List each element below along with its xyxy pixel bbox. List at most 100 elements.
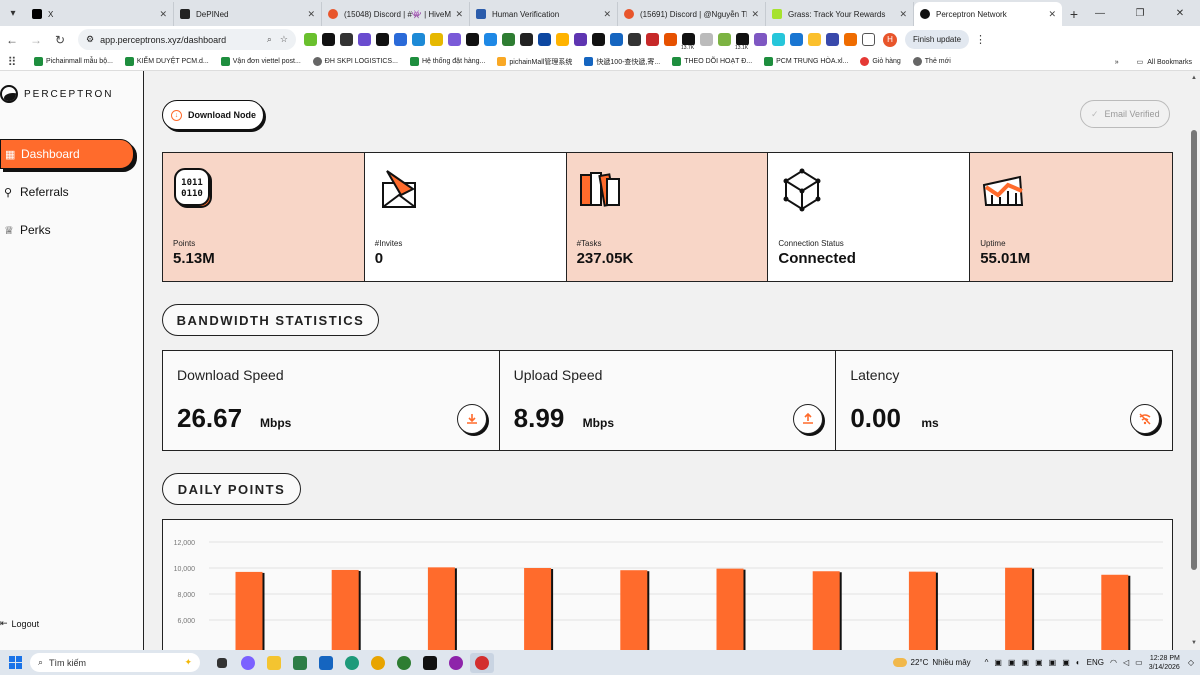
windows-start-icon[interactable] <box>0 656 30 669</box>
browser-tab[interactable]: Human Verification ✕ <box>470 2 618 26</box>
extension-icon[interactable] <box>376 33 389 46</box>
tray-app-icon[interactable]: ▣ <box>1022 658 1030 667</box>
extension-icon[interactable] <box>484 33 497 46</box>
extension-icon[interactable] <box>412 33 425 46</box>
chrome-icon[interactable] <box>366 653 390 673</box>
chart-bar[interactable] <box>1005 567 1033 650</box>
zoom-search-icon[interactable]: ⌕ <box>267 34 272 45</box>
extension-icon[interactable] <box>826 33 839 46</box>
extension-icon[interactable] <box>754 33 767 46</box>
sidebar-item-dashboard[interactable]: ▦ Dashboard <box>0 139 134 169</box>
extension-icon[interactable] <box>772 33 785 46</box>
extension-icon[interactable] <box>340 33 353 46</box>
back-icon[interactable]: ← <box>0 33 24 47</box>
extension-icon[interactable] <box>664 33 677 46</box>
capcut-icon[interactable] <box>418 653 442 673</box>
no-signal-icon[interactable] <box>1130 404 1161 434</box>
extension-icon[interactable] <box>358 33 371 46</box>
extension-icon[interactable] <box>448 33 461 46</box>
extension-icon[interactable] <box>304 33 317 46</box>
extension-icon[interactable] <box>790 33 803 46</box>
tray-app-icon[interactable]: ◐ <box>1076 658 1081 667</box>
close-tab-icon[interactable]: ✕ <box>307 9 315 20</box>
extension-icon[interactable] <box>520 33 533 46</box>
tray-app-icon[interactable]: ▣ <box>1008 658 1016 667</box>
close-tab-icon[interactable]: ✕ <box>455 9 463 20</box>
apps-grid-icon[interactable]: ⠿ <box>0 55 24 69</box>
copilot-icon[interactable] <box>236 653 260 673</box>
extension-icon[interactable] <box>700 33 713 46</box>
chart-bar[interactable] <box>908 571 936 650</box>
sidebar-item-referrals[interactable]: ⚲ Referrals <box>0 177 134 207</box>
chart-bar[interactable] <box>235 571 263 650</box>
chart-bar[interactable] <box>427 567 455 650</box>
close-tab-icon[interactable]: ✕ <box>159 9 167 20</box>
notification-bell-icon[interactable]: ◇ <box>1188 658 1194 667</box>
extension-icon[interactable]: 13.7K <box>680 33 696 51</box>
maximize-icon[interactable]: ❐ <box>1120 0 1160 26</box>
download-node-button[interactable]: ↓ Download Node <box>162 100 264 130</box>
browser-tab[interactable]: Grass: Track Your Rewards ✕ <box>766 2 914 26</box>
extension-icon[interactable]: 13.1K <box>734 33 750 51</box>
bookmark-star-icon[interactable]: ☆ <box>280 34 288 45</box>
logout-button[interactable]: ⇤ Logout <box>0 618 39 629</box>
extension-icon[interactable] <box>610 33 623 46</box>
bookmark-item[interactable]: Hệ thống đặt hàng... <box>409 57 485 66</box>
language-indicator[interactable]: ENG <box>1087 658 1104 667</box>
tray-app-icon[interactable]: ▣ <box>1035 658 1043 667</box>
close-window-icon[interactable]: ✕ <box>1160 0 1200 26</box>
taskbar-search-input[interactable]: ⌕ Tìm kiếm ✦ <box>30 653 200 672</box>
tab-search-icon[interactable]: ▾ <box>0 0 26 26</box>
extension-icon[interactable] <box>628 33 641 46</box>
chart-bar[interactable] <box>1101 574 1129 650</box>
browser-tab-active[interactable]: Perceptron Network ✕ <box>914 2 1062 26</box>
task-view-icon[interactable] <box>210 653 234 673</box>
page-scrollbar[interactable]: ▲ ▼ <box>1188 71 1200 650</box>
bookmark-item[interactable]: KIỂM DUYỆT PCM.d... <box>124 57 209 66</box>
extensions-puzzle-icon[interactable] <box>862 33 875 46</box>
scroll-down-icon[interactable]: ▼ <box>1191 640 1197 646</box>
file-explorer-icon[interactable] <box>262 653 286 673</box>
chevron-up-icon[interactable]: ^ <box>985 658 989 667</box>
bookmark-item[interactable]: PCM TRUNG HÒA.xl... <box>764 57 848 66</box>
bookmark-item[interactable]: Pichainmall mẫu bộ... <box>34 57 113 66</box>
mail-icon[interactable] <box>314 653 338 673</box>
tray-app-icon[interactable]: ▣ <box>994 658 1002 667</box>
bookmark-item[interactable]: THEO DÕI HOẠT Đ... <box>672 57 752 66</box>
edge-icon[interactable] <box>340 653 364 673</box>
close-tab-icon[interactable]: ✕ <box>1048 9 1056 20</box>
minimize-icon[interactable]: — <box>1080 0 1120 26</box>
url-field[interactable]: ⚙ app.perceptrons.xyz/dashboard ⌕ ☆ <box>78 29 296 50</box>
chart-bar[interactable] <box>716 568 744 650</box>
store-icon[interactable] <box>288 653 312 673</box>
site-info-icon[interactable]: ⚙ <box>86 34 94 45</box>
all-bookmarks-button[interactable]: » ▭ All Bookmarks <box>1115 53 1192 71</box>
scrollbar-thumb[interactable] <box>1191 130 1197 570</box>
forward-icon[interactable]: → <box>24 33 48 47</box>
chart-bar[interactable] <box>620 570 648 650</box>
browser-tab[interactable]: DePINed ✕ <box>174 2 322 26</box>
extension-icon[interactable] <box>394 33 407 46</box>
volume-icon[interactable]: ◁ <box>1123 658 1129 667</box>
extension-icon[interactable] <box>718 33 731 46</box>
sidebar-item-perks[interactable]: ♕ Perks <box>0 215 134 245</box>
browser-menu-icon[interactable]: ⋮ <box>975 33 986 46</box>
extension-icon[interactable] <box>844 33 857 46</box>
upload-icon[interactable] <box>793 404 824 434</box>
browser-tab[interactable]: (15691) Discord | @Nguyễn Thị ✕ <box>618 2 766 26</box>
extension-icon[interactable] <box>592 33 605 46</box>
extension-icon[interactable] <box>808 33 821 46</box>
finish-update-button[interactable]: Finish update <box>905 30 970 49</box>
chrome-profile-icon[interactable] <box>392 653 416 673</box>
bookmark-item[interactable]: Thẻ mới <box>912 57 951 66</box>
clock[interactable]: 12:28 PM 3/14/2026 <box>1149 654 1180 672</box>
reload-icon[interactable]: ↻ <box>48 33 72 47</box>
download-icon[interactable] <box>456 404 487 434</box>
profile-avatar[interactable]: H <box>883 32 897 47</box>
bookmark-item[interactable]: Giỏ hàng <box>860 57 901 66</box>
extension-icon[interactable] <box>430 33 443 46</box>
tray-app-icon[interactable]: ▣ <box>1062 658 1070 667</box>
bookmark-item[interactable]: Vận đơn viettel post... <box>220 57 301 66</box>
tray-app-icon[interactable]: ▣ <box>1049 658 1057 667</box>
wifi-icon[interactable]: ◠ <box>1110 658 1117 667</box>
